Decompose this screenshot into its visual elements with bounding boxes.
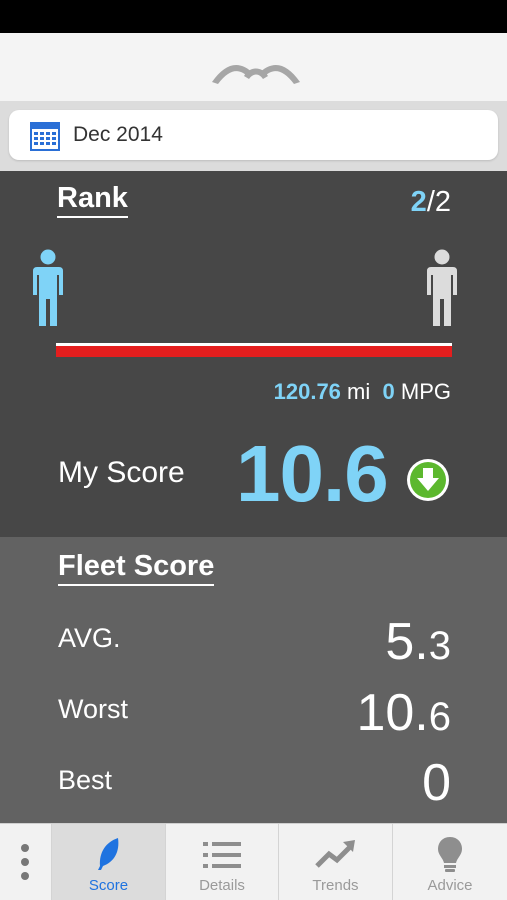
- my-score-label: My Score: [58, 456, 185, 489]
- rank-title: Rank: [57, 181, 128, 218]
- tab-trends[interactable]: Trends: [278, 824, 392, 900]
- date-label: Dec 2014: [73, 123, 163, 146]
- tab-trends-label: Trends: [312, 877, 359, 894]
- rank-position: 2: [410, 186, 427, 218]
- fleet-worst-dec: 6: [428, 695, 451, 739]
- fleet-avg-dec: 3: [428, 624, 451, 668]
- tab-details[interactable]: Details: [165, 824, 278, 900]
- distance-unit: mi: [347, 379, 371, 404]
- driver-me-icon: [33, 249, 63, 326]
- rank-progress-bar: [56, 343, 452, 357]
- calendar-icon: [30, 122, 60, 151]
- tab-score-label: Score: [88, 877, 129, 894]
- fleet-worst-label: Worst: [58, 694, 129, 724]
- distance-value: 120.76: [273, 379, 341, 404]
- status-bar: [0, 0, 507, 33]
- fleet-best-label: Best: [58, 765, 113, 795]
- arrow-down-circle-icon: [407, 459, 449, 501]
- trip-stats: 120.76 mi 0 MPG: [274, 378, 451, 406]
- mpg-unit: MPG: [400, 379, 451, 404]
- trend-chart-icon: [314, 840, 355, 868]
- app-logo-icon: [212, 64, 300, 84]
- tab-advice-label: Advice: [427, 877, 473, 894]
- fleet-worst-int: 10.: [356, 684, 429, 742]
- mpg-value: 0: [382, 379, 395, 404]
- fleet-avg-label: AVG.: [58, 623, 121, 653]
- fleet-best-value: 0: [422, 754, 451, 812]
- fleet-score-title: Fleet Score: [58, 549, 215, 586]
- tab-advice[interactable]: Advice: [392, 824, 507, 900]
- driver-other-icon: [427, 249, 457, 326]
- my-score-value: 10.6: [236, 429, 389, 518]
- tab-details-label: Details: [199, 877, 245, 894]
- list-icon: [203, 842, 241, 868]
- more-menu-icon[interactable]: [0, 824, 51, 900]
- leaf-icon: [97, 838, 118, 870]
- fleet-worst-value: 10.6: [356, 683, 451, 747]
- tab-score[interactable]: Score: [51, 824, 165, 900]
- fleet-avg-int: 5.: [385, 613, 429, 671]
- fleet-avg-value: 5.3: [385, 612, 451, 676]
- lightbulb-icon: [438, 837, 462, 872]
- rank-count: 2/2: [411, 185, 451, 219]
- rank-total: /2: [426, 186, 451, 218]
